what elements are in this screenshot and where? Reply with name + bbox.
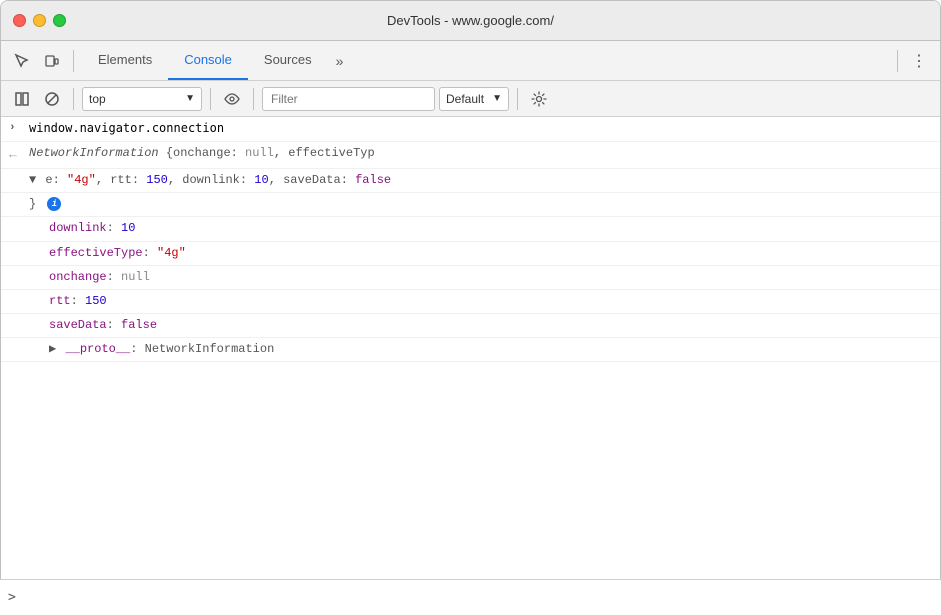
minimize-button[interactable]: [33, 14, 46, 27]
prop-onchange: onchange: null: [1, 266, 940, 290]
close-button[interactable]: [13, 14, 26, 27]
prop-downlink: downlink: 10: [1, 217, 940, 241]
console-divider-1: [73, 88, 74, 110]
console-toolbar: top ▼ Default ▼: [1, 81, 940, 117]
toolbar-divider-1: [73, 50, 74, 72]
devtools-menu-button[interactable]: ⋮: [906, 48, 932, 74]
window-title: DevTools - www.google.com/: [387, 13, 554, 28]
context-dropdown-icon: ▼: [185, 93, 195, 104]
prop-onchange-text: onchange: null: [49, 268, 932, 287]
prop-rtt: rtt: 150: [1, 290, 940, 314]
tab-sources[interactable]: Sources: [248, 41, 328, 80]
network-info-object-line2: ▼ e: "4g", rtt: 150, downlink: 10, saveD…: [29, 171, 932, 190]
console-output: › window.navigator.connection ← NetworkI…: [1, 117, 940, 580]
console-output-line-2: ▼ e: "4g", rtt: 150, downlink: 10, saveD…: [1, 169, 940, 193]
info-badge[interactable]: i: [47, 197, 61, 211]
console-divider-3: [253, 88, 254, 110]
log-level-dropdown-icon: ▼: [492, 93, 502, 104]
filter-input[interactable]: [262, 87, 435, 111]
tab-console[interactable]: Console: [168, 41, 248, 80]
console-input[interactable]: [22, 591, 933, 605]
toolbar-tabs: Elements Console Sources »: [82, 41, 351, 80]
prop-proto: ▶ __proto__: NetworkInformation: [1, 338, 940, 362]
prop-proto-text: ▶ __proto__: NetworkInformation: [49, 340, 932, 359]
run-script-icon[interactable]: [9, 86, 35, 112]
clear-console-icon[interactable]: [39, 86, 65, 112]
console-command-text: window.navigator.connection: [29, 119, 932, 139]
console-output-line-1: ← NetworkInformation {onchange: null, ef…: [1, 142, 940, 169]
context-selector[interactable]: top ▼: [82, 87, 202, 111]
tab-elements[interactable]: Elements: [82, 41, 168, 80]
window-controls: [13, 14, 66, 27]
console-input-row: >: [0, 579, 941, 615]
log-level-selector[interactable]: Default ▼: [439, 87, 509, 111]
proto-expand-arrow[interactable]: ▶: [49, 342, 56, 356]
prop-effectivetype-text: effectiveType: "4g": [49, 244, 932, 263]
console-settings-icon[interactable]: [526, 86, 552, 112]
input-arrow[interactable]: ›: [9, 119, 29, 138]
prop-rtt-text: rtt: 150: [49, 292, 932, 311]
live-expressions-icon[interactable]: [219, 86, 245, 112]
title-bar: DevTools - www.google.com/: [1, 1, 940, 41]
console-divider-2: [210, 88, 211, 110]
closing-brace: } i: [29, 195, 932, 214]
prop-effectivetype: effectiveType: "4g": [1, 242, 940, 266]
network-info-object: NetworkInformation {onchange: null, effe…: [29, 144, 932, 163]
device-toolbar-icon[interactable]: [39, 48, 65, 74]
toolbar-divider-2: [897, 50, 898, 72]
prop-savedata: saveData: false: [1, 314, 940, 338]
console-input-line: › window.navigator.connection: [1, 117, 940, 142]
console-divider-4: [517, 88, 518, 110]
prop-savedata-text: saveData: false: [49, 316, 932, 335]
output-arrow: ←: [9, 144, 29, 166]
object-expand-arrow[interactable]: ▼: [29, 171, 36, 190]
maximize-button[interactable]: [53, 14, 66, 27]
console-output-line-3: } i: [1, 193, 940, 217]
prop-downlink-text: downlink: 10: [49, 219, 932, 238]
inspect-icon[interactable]: [9, 48, 35, 74]
more-tabs-button[interactable]: »: [328, 53, 352, 69]
main-toolbar: Elements Console Sources » ⋮: [1, 41, 940, 81]
console-prompt-symbol: >: [8, 590, 16, 605]
